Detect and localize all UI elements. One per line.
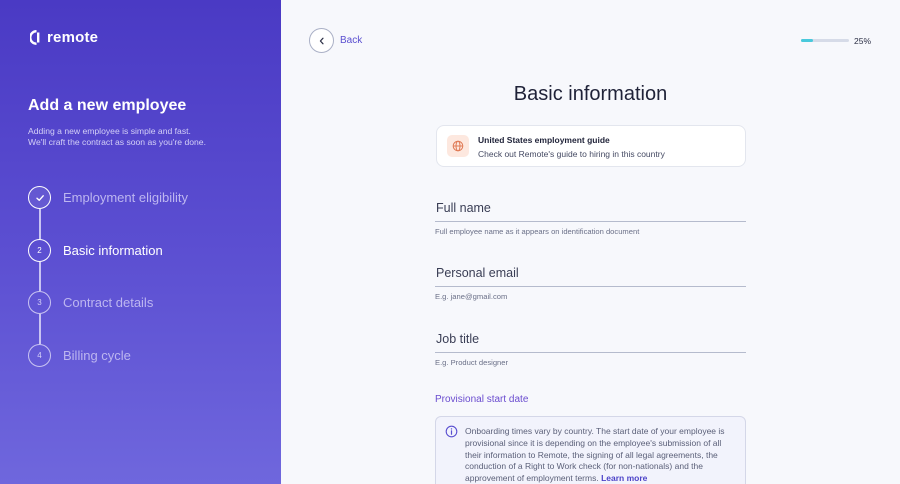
country-guide-card[interactable]: United States employment guide Check out… bbox=[436, 125, 746, 167]
step-basic-information[interactable]: 2 Basic information bbox=[28, 239, 163, 262]
start-date-section-title: Provisional start date bbox=[435, 394, 529, 405]
full-name-input[interactable]: Full name bbox=[436, 201, 491, 215]
step-label: Basic information bbox=[63, 243, 163, 258]
step-billing-cycle[interactable]: 4 Billing cycle bbox=[28, 344, 131, 367]
personal-email-input[interactable]: Personal email bbox=[436, 266, 519, 280]
progress-fill bbox=[801, 39, 813, 42]
progress-bar bbox=[801, 39, 849, 42]
chevron-left-icon bbox=[319, 37, 324, 44]
info-icon bbox=[445, 425, 458, 438]
start-date-info-text: Onboarding times vary by country. The st… bbox=[465, 426, 737, 484]
globe-icon bbox=[447, 135, 469, 157]
step-connector bbox=[39, 209, 41, 239]
back-button[interactable] bbox=[309, 28, 334, 53]
logo-text: remote bbox=[47, 29, 99, 46]
field-underline bbox=[435, 286, 746, 287]
field-underline bbox=[435, 352, 746, 353]
personal-email-help: E.g. jane@gmail.com bbox=[435, 292, 508, 301]
logo[interactable]: remote bbox=[30, 29, 98, 46]
start-date-info-box: Onboarding times vary by country. The st… bbox=[435, 416, 746, 484]
sidebar-description-line: We'll craft the contract as soon as you'… bbox=[28, 137, 206, 147]
step-label: Contract details bbox=[63, 295, 154, 310]
field-underline bbox=[435, 221, 746, 222]
job-title-help: E.g. Product designer bbox=[435, 358, 509, 367]
sidebar-description-line: Adding a new employee is simple and fast… bbox=[28, 126, 191, 136]
step-connector bbox=[39, 262, 41, 291]
learn-more-link[interactable]: Learn more bbox=[601, 473, 647, 483]
step-contract-details[interactable]: 3 Contract details bbox=[28, 291, 153, 314]
step-circle: 2 bbox=[28, 239, 51, 262]
remote-logo-icon bbox=[30, 30, 43, 45]
sidebar: remote Add a new employee Adding a new e… bbox=[0, 0, 281, 484]
main-content: Back 25% Basic information United States… bbox=[281, 0, 900, 484]
page-title: Basic information bbox=[513, 83, 668, 105]
step-circle: 4 bbox=[28, 344, 51, 367]
progress-text: 25% bbox=[854, 36, 872, 46]
job-title-input[interactable]: Job title bbox=[436, 332, 479, 346]
back-link[interactable]: Back bbox=[340, 35, 362, 46]
step-label: Employment eligibility bbox=[63, 190, 188, 205]
step-circle bbox=[28, 186, 51, 209]
step-employment-eligibility[interactable]: Employment eligibility bbox=[28, 186, 188, 209]
guide-subtitle: Check out Remote's guide to hiring in th… bbox=[478, 149, 665, 159]
guide-title: United States employment guide bbox=[478, 135, 610, 145]
step-circle: 3 bbox=[28, 291, 51, 314]
sidebar-description: Adding a new employee is simple and fast… bbox=[28, 126, 248, 148]
step-connector bbox=[39, 314, 41, 344]
check-icon bbox=[35, 194, 44, 201]
info-text-body: Onboarding times vary by country. The st… bbox=[465, 426, 725, 484]
step-label: Billing cycle bbox=[63, 348, 131, 363]
sidebar-title: Add a new employee bbox=[28, 97, 187, 114]
full-name-help: Full employee name as it appears on iden… bbox=[435, 227, 640, 236]
